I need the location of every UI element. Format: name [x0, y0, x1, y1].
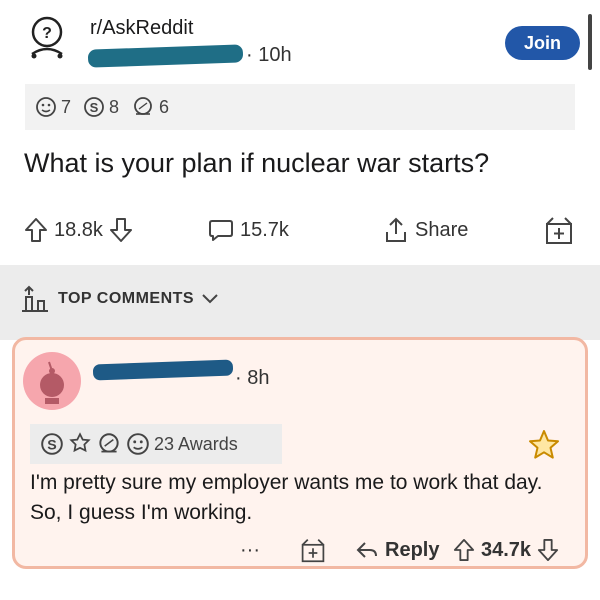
- award-silver[interactable]: S 8: [83, 96, 119, 118]
- snoo-avatar-icon: [40, 361, 64, 404]
- gift-icon: [546, 217, 572, 244]
- post-comment-count: 15.7k: [240, 218, 289, 241]
- join-button[interactable]: Join: [505, 26, 580, 60]
- gift-icon: [301, 538, 325, 563]
- chevron-down-icon: [202, 294, 218, 304]
- share-button[interactable]: Share: [383, 210, 474, 250]
- share-label: Share: [415, 218, 469, 241]
- upvote-icon[interactable]: [453, 538, 475, 562]
- downvote-icon[interactable]: [537, 538, 559, 562]
- award-face[interactable]: 7: [35, 96, 71, 118]
- star-award-icon[interactable]: [527, 428, 561, 462]
- post-time: · 10h: [246, 44, 292, 66]
- post-awards-bar[interactable]: 7 S 8 6: [25, 84, 575, 130]
- comment-author-redaction: [92, 359, 234, 381]
- svg-text:S: S: [90, 100, 99, 115]
- face-award-icon: [127, 433, 149, 455]
- subreddit-icon[interactable]: ?: [22, 14, 72, 64]
- award-count: 7: [61, 96, 72, 117]
- sort-dropdown[interactable]: TOP COMMENTS: [20, 285, 220, 313]
- award-button[interactable]: [544, 210, 574, 250]
- reply-button[interactable]: Reply: [355, 535, 439, 565]
- award-count: 6: [159, 96, 170, 117]
- comment-awards-bar[interactable]: S 23 Awards: [30, 424, 282, 464]
- share-icon: [386, 217, 406, 242]
- post-action-bar: 18.8k 15.7k Share: [0, 210, 600, 250]
- comment-upvote-count: 34.7k: [481, 538, 532, 561]
- comment-vote-control: 34.7k: [453, 535, 559, 565]
- comment-awards-label: 23 Awards: [154, 433, 238, 454]
- gold-medal-icon: [69, 432, 91, 453]
- silver-coin-icon: S: [41, 433, 63, 455]
- reply-arrow-icon: [356, 542, 377, 558]
- post-card: ? r/AskReddit · 10h Join 7 S 8 6 What is…: [0, 0, 600, 265]
- comment-bubble-icon: [209, 220, 233, 241]
- post-upvote-count: 18.8k: [54, 218, 103, 241]
- scrollbar[interactable]: [588, 14, 592, 70]
- comment-time: · 8h: [235, 367, 270, 389]
- subreddit-name[interactable]: r/AskReddit: [90, 17, 193, 40]
- vote-control: 18.8k: [24, 210, 133, 250]
- comment-action-bar: ··· Reply 34.7k: [15, 535, 585, 565]
- comment-body: I'm pretty sure my employer wants me to …: [30, 471, 543, 524]
- author-redaction: [87, 44, 244, 68]
- comment-award-button[interactable]: [300, 535, 326, 565]
- award-count: 8: [109, 96, 120, 117]
- sort-bars-icon: [22, 285, 48, 312]
- comments-button[interactable]: 15.7k: [208, 210, 295, 250]
- post-title[interactable]: What is your plan if nuclear war starts?: [24, 148, 489, 179]
- more-options-label: ···: [240, 538, 260, 561]
- silver-coin-icon: S: [84, 97, 104, 117]
- more-options-button[interactable]: ···: [240, 535, 260, 565]
- comments-header-band: TOP COMMENTS: [0, 265, 600, 340]
- award-thinking[interactable]: 6: [131, 96, 169, 118]
- svg-text:?: ?: [42, 25, 52, 42]
- thinking-award-icon: [99, 433, 119, 453]
- sort-label: TOP COMMENTS: [58, 290, 195, 307]
- top-comment: · 8h S 23 Awards I'm pretty sure my empl…: [12, 337, 588, 569]
- svg-text:S: S: [47, 437, 56, 453]
- face-award-icon: [36, 97, 56, 117]
- thinking-award-icon: [134, 97, 152, 115]
- downvote-icon[interactable]: [109, 217, 133, 243]
- upvote-icon[interactable]: [24, 217, 48, 243]
- reply-label: Reply: [385, 538, 440, 561]
- avatar[interactable]: [23, 352, 81, 410]
